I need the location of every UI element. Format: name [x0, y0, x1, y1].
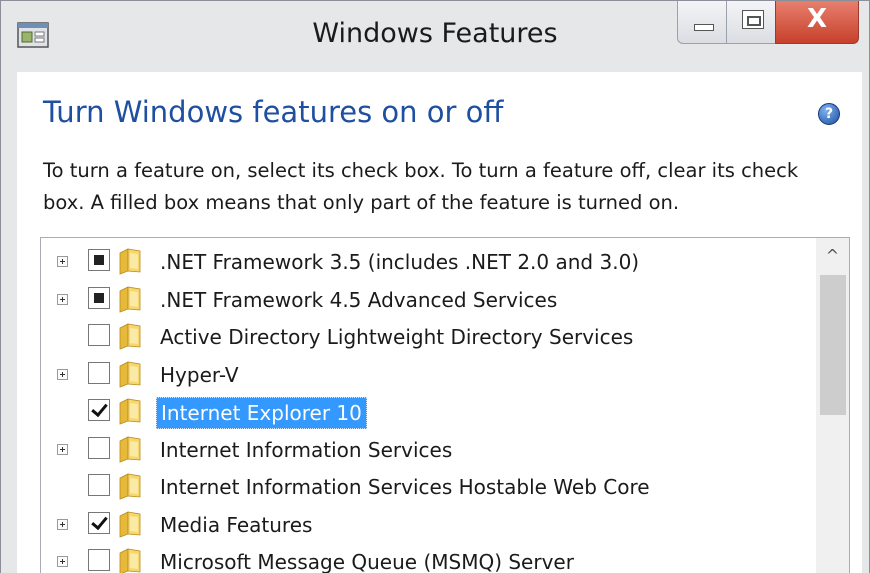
windows-features-dialog: Windows Features X Turn Windows features… [0, 0, 870, 573]
window-border [0, 0, 870, 573]
